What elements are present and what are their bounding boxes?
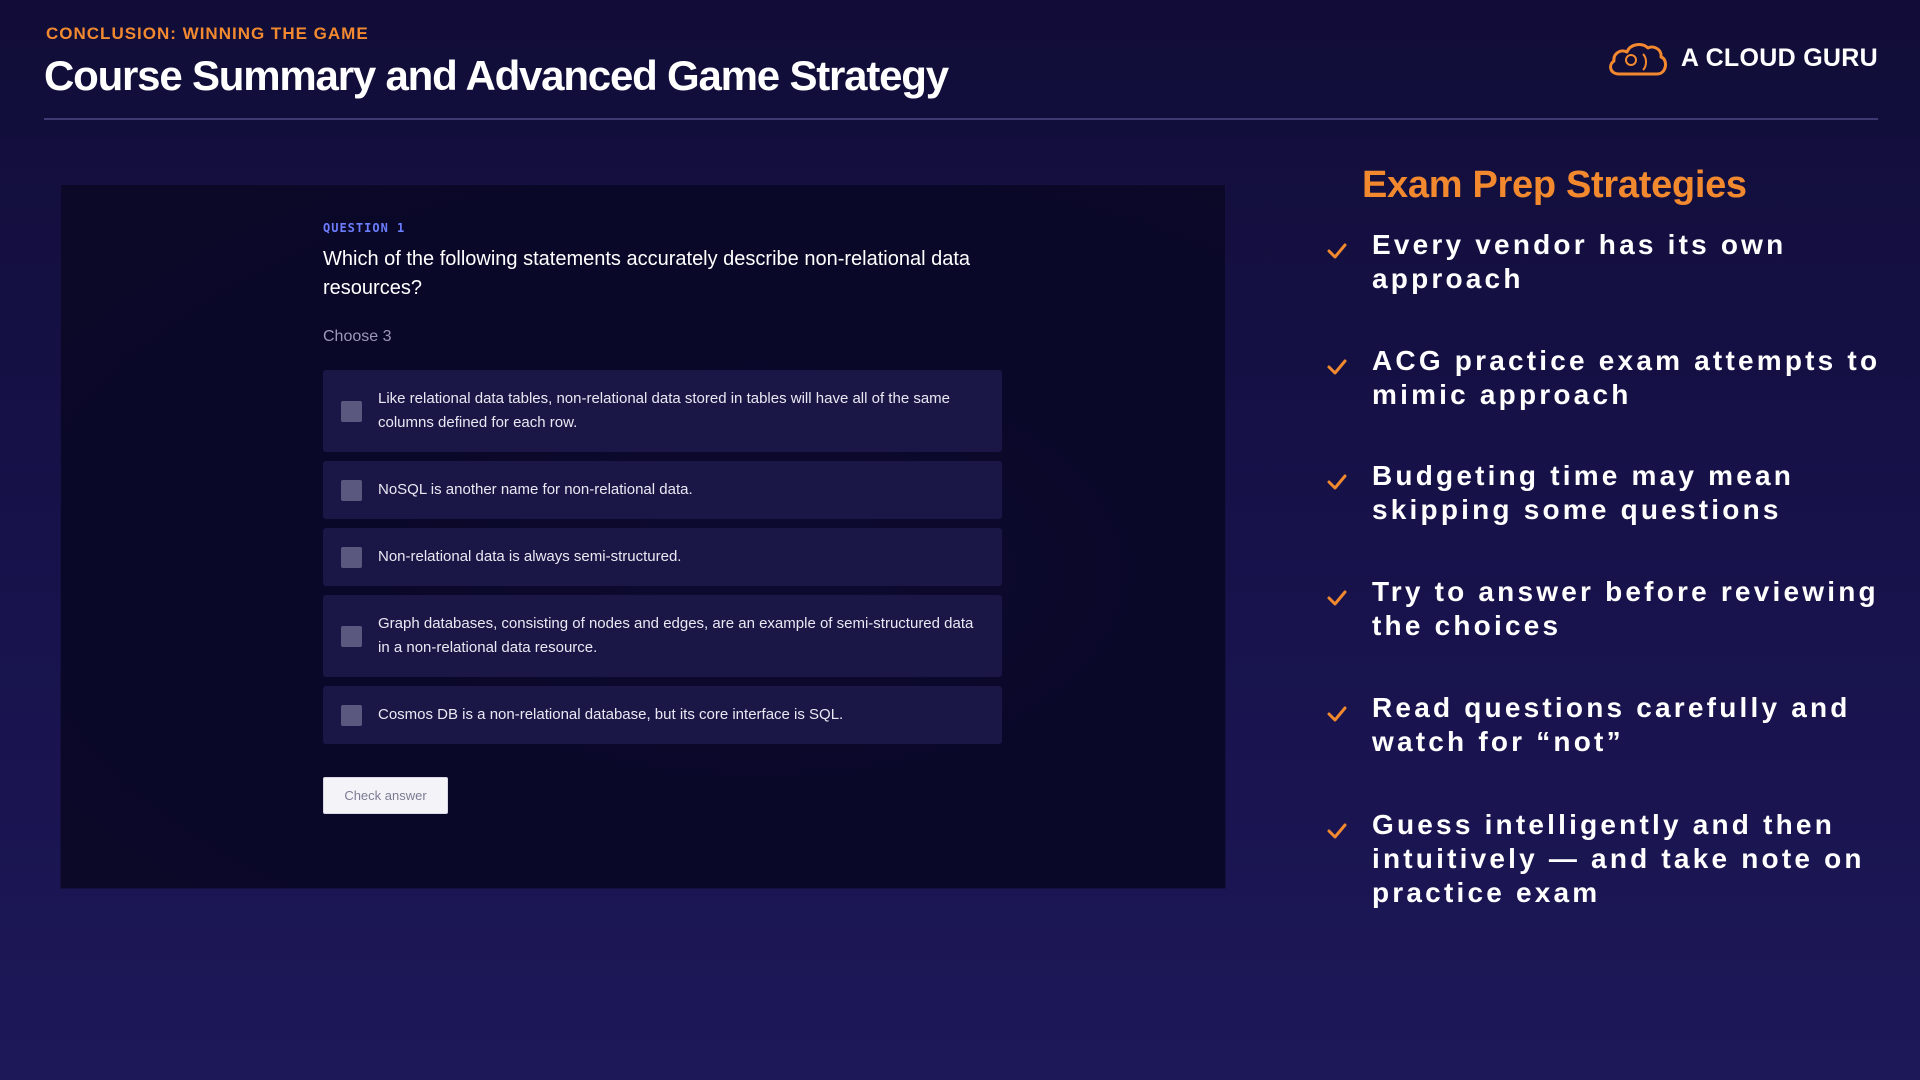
answer-checkbox[interactable] xyxy=(341,625,362,647)
strategy-text: Budgeting time may mean skipping some qu… xyxy=(1372,460,1795,525)
question-number: QUESTION 1 xyxy=(323,221,406,235)
answer-option-text: NoSQL is another name for non-relational… xyxy=(378,481,693,498)
quiz-screenshot: QUESTION 1 Which of the following statem… xyxy=(60,184,1226,889)
answer-option-text: Non-relational data is always semi-struc… xyxy=(378,548,682,565)
strategy-item: Guess intelligently and then intuitively… xyxy=(1326,808,1916,910)
strategy-text: Read questions carefully and watch for “… xyxy=(1372,692,1851,757)
check-answer-button[interactable]: Check answer xyxy=(323,777,448,814)
checkmark-icon xyxy=(1327,590,1347,606)
cloud-logo-icon xyxy=(1608,43,1667,76)
strategy-text: Guess intelligently and then intuitively… xyxy=(1372,809,1865,908)
checkmark-icon xyxy=(1327,823,1347,839)
answer-checkbox[interactable] xyxy=(341,479,362,501)
answer-option[interactable]: Graph databases, consisting of nodes and… xyxy=(323,595,1002,677)
answer-option-text: Graph databases, consisting of nodes and… xyxy=(378,615,974,656)
answer-checkbox[interactable] xyxy=(341,704,362,726)
brand-name: A CLOUD GURU xyxy=(1680,43,1878,72)
answer-option-text: Cosmos DB is a non-relational database, … xyxy=(378,706,844,723)
strategy-text: ACG practice exam attempts to mimic appr… xyxy=(1372,345,1881,410)
checkmark-icon xyxy=(1327,474,1347,490)
answer-option[interactable]: Non-relational data is always semi-struc… xyxy=(323,528,1002,586)
answer-option[interactable]: Like relational data tables, non-relatio… xyxy=(323,370,1002,452)
answer-checkbox[interactable] xyxy=(341,546,362,568)
strategy-item: ACG practice exam attempts to mimic appr… xyxy=(1326,344,1916,412)
page-title: Course Summary and Advanced Game Strateg… xyxy=(44,52,949,99)
strategy-item: Budgeting time may mean skipping some qu… xyxy=(1326,459,1916,527)
strategy-text: Try to answer before reviewing the choic… xyxy=(1372,576,1879,641)
strategy-text: Every vendor has its own approach xyxy=(1372,229,1787,294)
header-divider xyxy=(44,118,1878,120)
checkmark-icon xyxy=(1327,243,1347,259)
answer-option[interactable]: NoSQL is another name for non-relational… xyxy=(323,461,1002,519)
strategy-item: Try to answer before reviewing the choic… xyxy=(1326,575,1916,643)
brand-logo: A CLOUD GURU xyxy=(1605,36,1878,80)
checkmark-icon xyxy=(1327,359,1347,375)
question-text: Which of the following statements accura… xyxy=(323,248,971,299)
strategy-item: Read questions carefully and watch for “… xyxy=(1326,691,1916,759)
answer-option[interactable]: Cosmos DB is a non-relational database, … xyxy=(323,686,1002,744)
answer-options: Like relational data tables, non-relatio… xyxy=(323,370,1002,753)
choose-hint: Choose 3 xyxy=(323,328,392,345)
strategy-item: Every vendor has its own approach xyxy=(1326,228,1916,296)
answer-checkbox[interactable] xyxy=(341,400,362,422)
checkmark-icon xyxy=(1327,706,1347,722)
answer-option-text: Like relational data tables, non-relatio… xyxy=(378,390,951,431)
strategies-title: Exam Prep Strategies xyxy=(1362,164,1747,206)
section-eyebrow: CONCLUSION: WINNING THE GAME xyxy=(46,24,369,43)
